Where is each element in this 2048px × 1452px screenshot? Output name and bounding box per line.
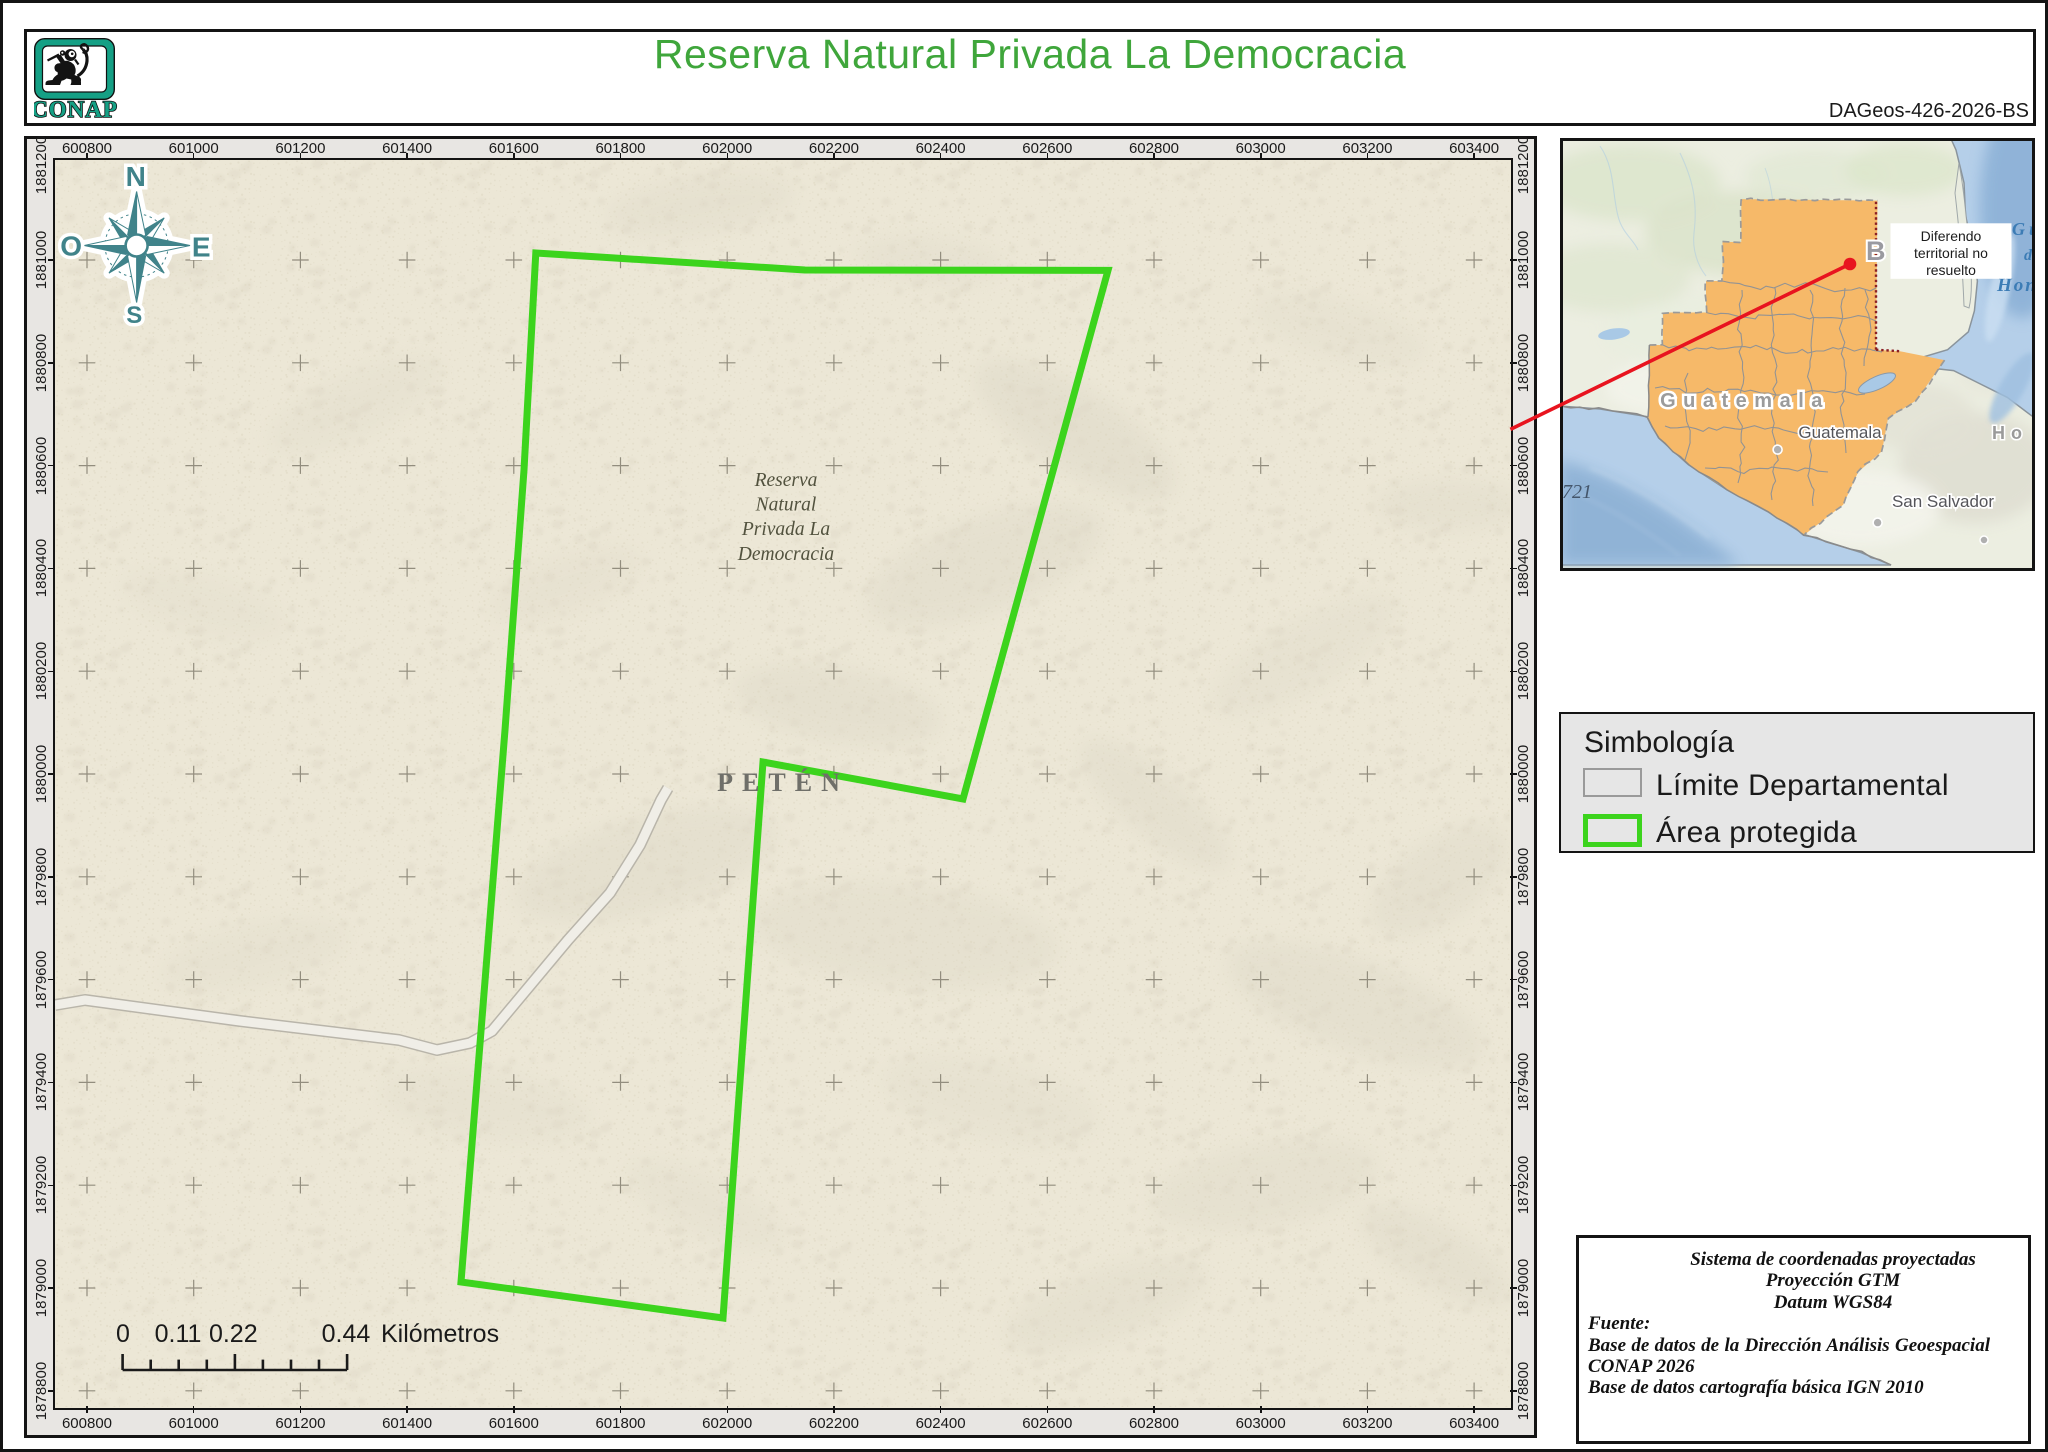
svg-text:Kilómetros: Kilómetros xyxy=(381,1320,499,1348)
svg-text:0: 0 xyxy=(116,1320,130,1348)
svg-text:Privada La: Privada La xyxy=(741,519,831,540)
svg-text:territorial no: territorial no xyxy=(1914,245,1988,261)
svg-text:O: O xyxy=(60,230,82,261)
svg-text:Ho: Ho xyxy=(1992,423,2028,443)
svg-text:Guatemala: Guatemala xyxy=(1660,390,1830,412)
svg-text:Democracia: Democracia xyxy=(736,543,834,564)
svg-text:N: N xyxy=(125,161,145,192)
svg-text:S: S xyxy=(126,302,142,329)
svg-text:Reserva: Reserva xyxy=(753,470,817,491)
svg-text:0.22: 0.22 xyxy=(209,1320,258,1348)
svg-text:d: d xyxy=(2024,247,2032,264)
svg-text:Gu: Gu xyxy=(2012,219,2032,239)
svg-text:Guatemala: Guatemala xyxy=(1798,423,1882,442)
svg-text:0.11: 0.11 xyxy=(154,1320,201,1348)
svg-text:San Salvador: San Salvador xyxy=(1892,492,1994,511)
svg-text:0.44: 0.44 xyxy=(321,1320,370,1348)
svg-text:PETÉN: PETÉN xyxy=(717,768,849,797)
svg-text:E: E xyxy=(192,231,211,262)
svg-text:resuelto: resuelto xyxy=(1926,262,1976,278)
svg-text:Diferendo: Diferendo xyxy=(1921,228,1982,244)
svg-text:B: B xyxy=(1866,236,1886,266)
svg-text:Natural: Natural xyxy=(754,494,816,515)
svg-text:721: 721 xyxy=(1563,481,1592,503)
